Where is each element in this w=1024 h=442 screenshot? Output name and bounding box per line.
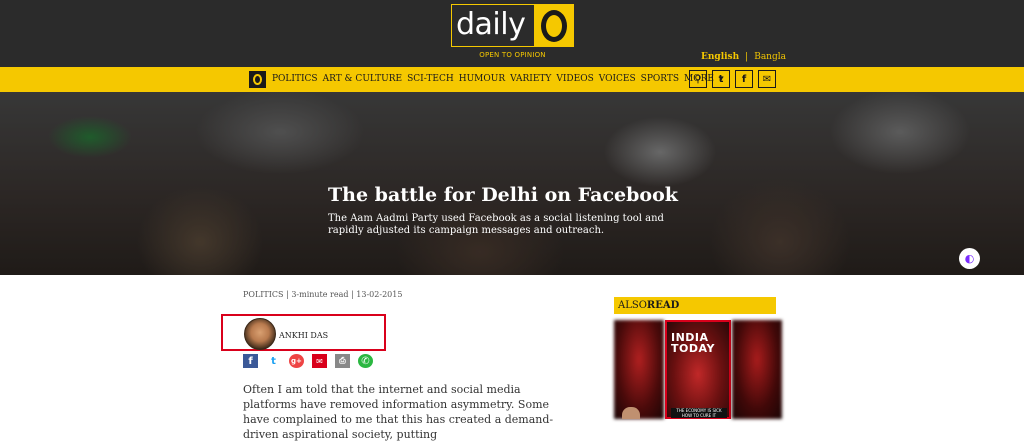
- nav-item-art-culture[interactable]: ART & CULTURE: [323, 74, 403, 84]
- article-title: The battle for Delhi on Facebook: [328, 184, 678, 206]
- mail-icon[interactable]: ✉: [758, 70, 776, 88]
- nav-home-logo[interactable]: [249, 71, 266, 88]
- language-bangla[interactable]: Bangla: [754, 52, 786, 62]
- article-body: Often I am told that the internet and so…: [243, 383, 554, 441]
- nav-item-sci-tech[interactable]: SCI-TECH: [407, 74, 454, 84]
- author-avatar[interactable]: [244, 318, 276, 350]
- site-tagline: OPEN TO OPINION: [479, 51, 546, 59]
- nav-item-voices[interactable]: VOICES: [599, 74, 636, 84]
- nav-item-sports[interactable]: SPORTS: [641, 74, 679, 84]
- logo-o-mark: [534, 5, 573, 46]
- facebook-icon[interactable]: f: [735, 70, 753, 88]
- logo-word: daily: [456, 7, 526, 42]
- twitter-icon[interactable]: t: [712, 70, 730, 88]
- article-subtitle: The Aam Aadmi Party used Facebook as a s…: [328, 213, 664, 236]
- hero-banner: The battle for Delhi on Facebook The Aam…: [0, 92, 1024, 275]
- twitter-icon[interactable]: t: [266, 354, 281, 368]
- cover-strapline: THE ECONOMY IS SICK HOW TO CURE IT: [671, 408, 727, 418]
- mail-icon[interactable]: ✉: [312, 354, 327, 368]
- widget-badge-icon[interactable]: ◐: [959, 248, 980, 269]
- magazine-cover-next[interactable]: [732, 320, 782, 419]
- facebook-icon[interactable]: f: [243, 354, 258, 368]
- language-english[interactable]: English: [701, 52, 739, 62]
- site-logo[interactable]: daily: [451, 4, 574, 47]
- nav-item-videos[interactable]: VIDEOS: [556, 74, 593, 84]
- article-meta: POLITICS | 3-minute read | 13-02-2015: [243, 290, 402, 299]
- google-plus-icon[interactable]: g+: [289, 354, 304, 368]
- magazine-cover-prev[interactable]: [614, 320, 664, 419]
- article-category[interactable]: POLITICS: [243, 290, 284, 299]
- nav-item-politics[interactable]: POLITICS: [272, 74, 318, 84]
- magazine-covers: INDIA TODAY THE ECONOMY IS SICK HOW TO CU…: [612, 320, 782, 419]
- print-icon[interactable]: ⎙: [335, 354, 350, 368]
- author-name[interactable]: ANKHI DAS: [279, 331, 328, 340]
- search-icon[interactable]: ⚲: [689, 70, 707, 88]
- language-separator: |: [745, 52, 749, 62]
- article-read-time: 3-minute read: [291, 290, 349, 299]
- cover-title-line2: TODAY: [671, 342, 715, 355]
- nav-item-variety[interactable]: VARIETY: [510, 74, 551, 84]
- whatsapp-icon[interactable]: ✆: [358, 354, 373, 368]
- also-read-suffix: READ: [646, 300, 680, 311]
- sidebar-thumbnail[interactable]: [622, 407, 640, 419]
- magazine-cover-current[interactable]: INDIA TODAY THE ECONOMY IS SICK HOW TO CU…: [665, 320, 731, 419]
- main-nav: POLITICS ART & CULTURE SCI-TECH HUMOUR V…: [0, 67, 1024, 92]
- also-read-header: ALSOREAD: [614, 297, 776, 314]
- nav-item-humour[interactable]: HUMOUR: [459, 74, 505, 84]
- site-header: daily OPEN TO OPINION English | Bangla: [0, 0, 1024, 67]
- also-read-prefix: ALSO: [618, 300, 647, 311]
- article-date: 13-02-2015: [356, 290, 403, 299]
- share-bar: f t g+ ✉ ⎙ ✆: [243, 354, 381, 368]
- language-switcher: English | Bangla: [701, 52, 786, 62]
